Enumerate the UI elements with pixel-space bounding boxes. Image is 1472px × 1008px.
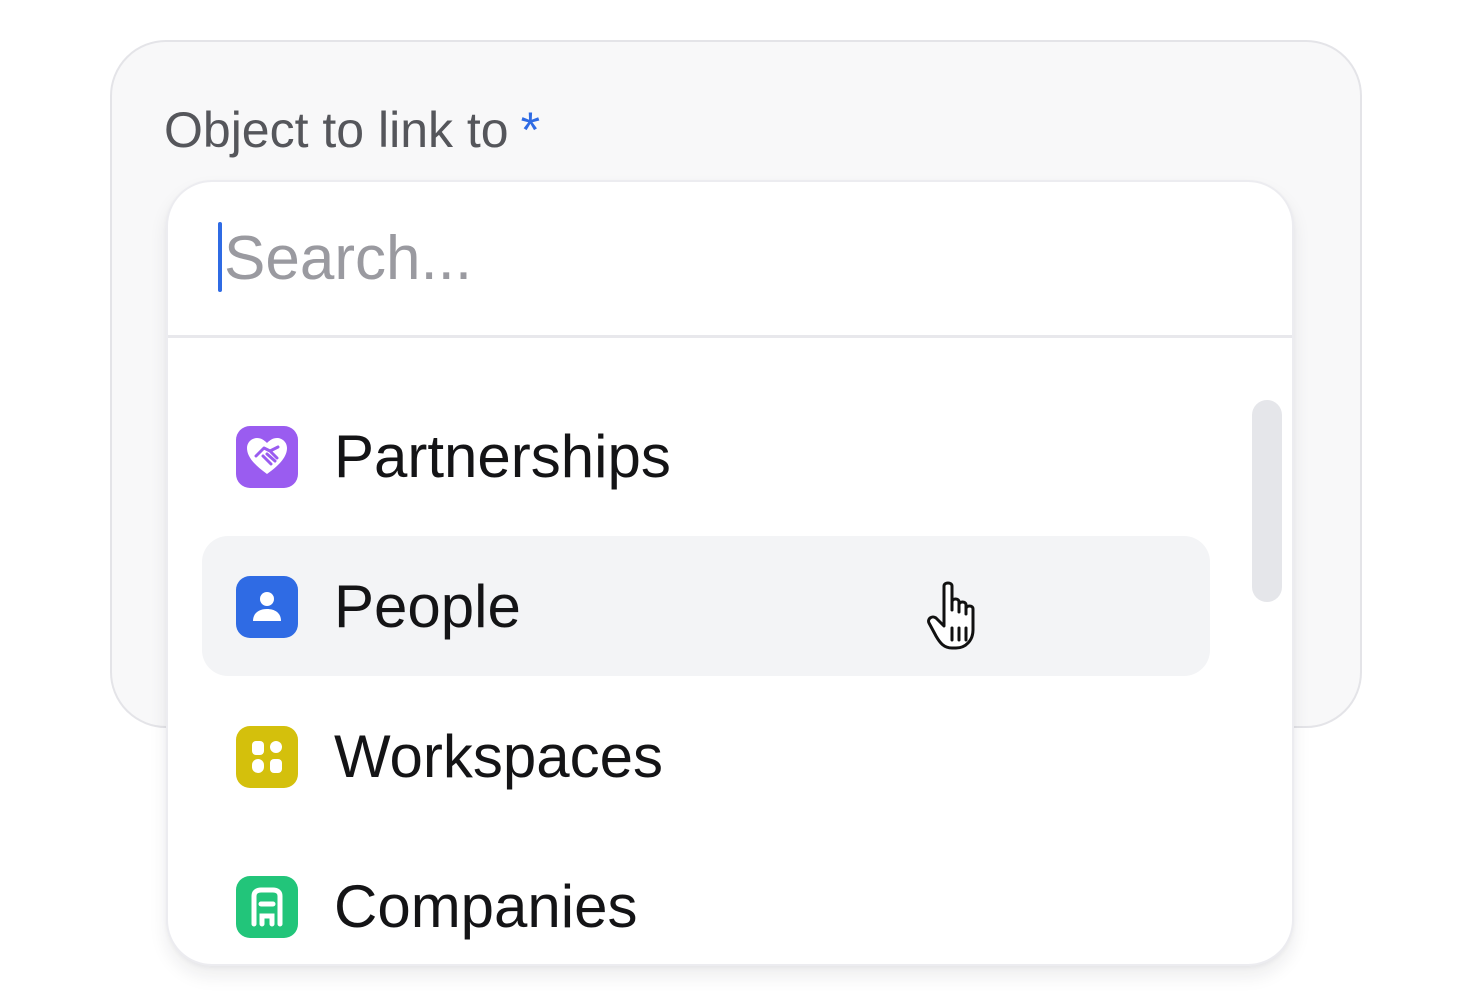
grid-blocks-icon xyxy=(236,726,298,788)
text-caret xyxy=(218,222,222,292)
stage: Object to link to* Partnerships xyxy=(0,0,1472,1008)
field-label: Object to link to * xyxy=(164,100,540,160)
handshake-heart-icon xyxy=(236,426,298,488)
object-item-label: People xyxy=(334,573,521,640)
object-item-label: Partnerships xyxy=(334,423,671,490)
object-item-people[interactable]: People xyxy=(202,536,1210,676)
hand-pointer-cursor-icon xyxy=(926,580,992,654)
object-item-label: Workspaces xyxy=(334,723,664,790)
person-icon xyxy=(236,576,298,638)
search-input[interactable] xyxy=(224,218,1224,298)
object-dropdown: Partnerships People xyxy=(166,180,1294,966)
object-item-workspaces[interactable]: Workspaces xyxy=(202,686,1210,826)
scrollbar-thumb[interactable] xyxy=(1252,400,1282,602)
object-item-companies[interactable]: Companies xyxy=(202,836,1210,964)
required-marker: * xyxy=(520,102,541,158)
search-row xyxy=(168,182,1292,338)
building-icon xyxy=(236,876,298,938)
field-label-text: Object to link to xyxy=(164,102,509,158)
object-item-label: Companies xyxy=(334,873,638,940)
object-item-partnerships[interactable]: Partnerships xyxy=(202,386,1210,526)
